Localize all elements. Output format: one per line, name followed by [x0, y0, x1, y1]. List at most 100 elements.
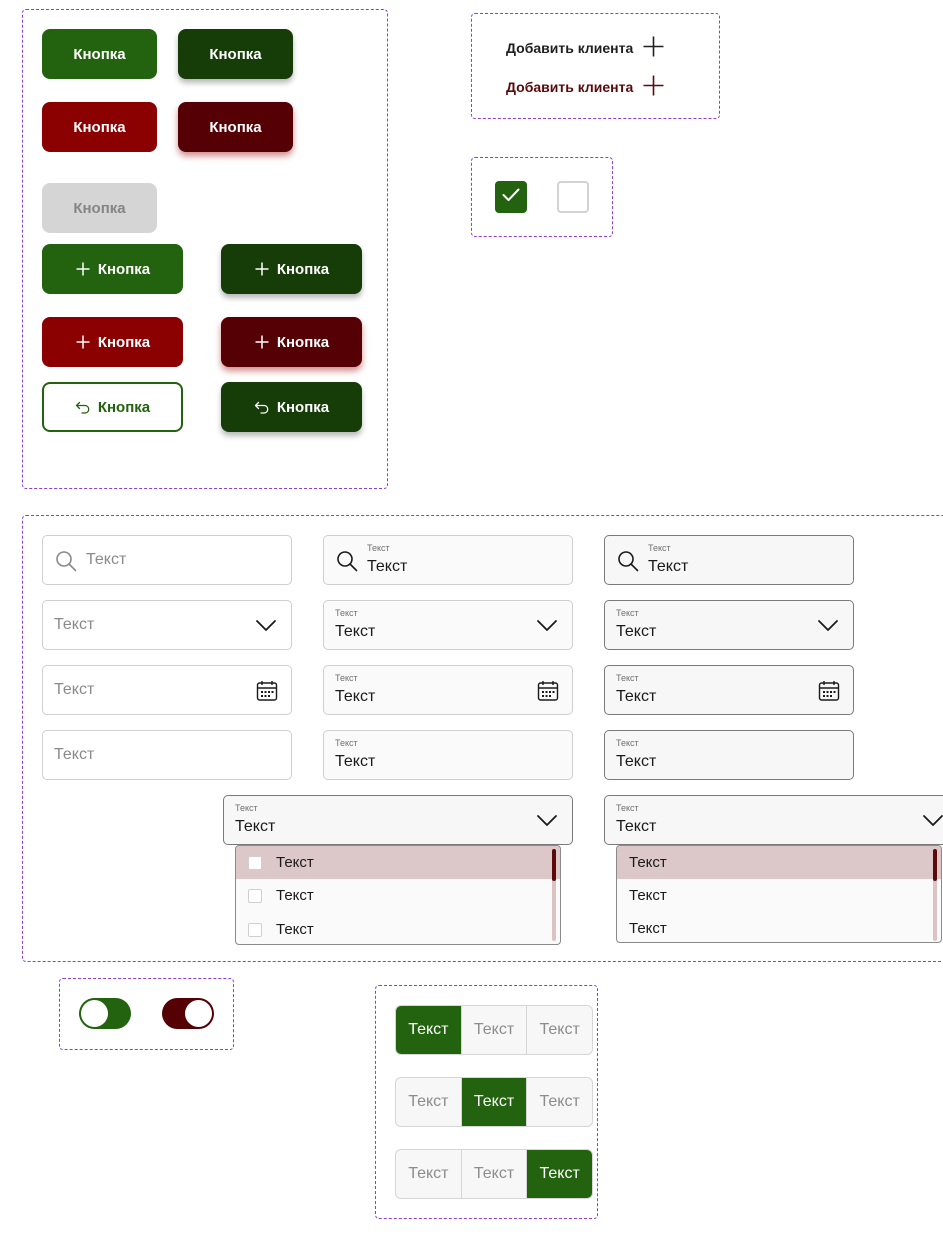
- add-primary-button[interactable]: Кнопка: [42, 244, 183, 294]
- field-value: Текст: [335, 753, 376, 770]
- link-buttons-frame: [471, 13, 720, 119]
- segment-option[interactable]: Текст: [462, 1150, 528, 1198]
- danger-button[interactable]: Кнопка: [42, 102, 157, 152]
- list-item[interactable]: Текст: [617, 912, 941, 942]
- field-label: Текст: [616, 803, 639, 813]
- scrollbar-thumb[interactable]: [552, 849, 556, 881]
- select-empty[interactable]: Текст: [42, 600, 292, 650]
- disabled-button[interactable]: Кнопка: [42, 183, 157, 233]
- add-danger-button-hover[interactable]: Кнопка: [221, 317, 362, 367]
- text-input-filled[interactable]: Текст Текст: [323, 730, 573, 780]
- segment-option[interactable]: Текст: [462, 1006, 528, 1054]
- button-label: Кнопка: [276, 333, 330, 351]
- text-input-focused[interactable]: Текст Текст: [604, 730, 854, 780]
- segmented-control-3: Текст Текст Текст: [395, 1149, 593, 1199]
- button-label: Кнопка: [209, 118, 262, 136]
- button-label: Кнопка: [97, 398, 151, 416]
- checkbox-frame: [471, 157, 613, 237]
- search-icon: [55, 550, 77, 577]
- option-label: Текст: [629, 854, 667, 871]
- plus-icon: [254, 261, 270, 277]
- list-item[interactable]: Текст: [236, 846, 560, 879]
- toggle-red-on[interactable]: [162, 998, 214, 1029]
- primary-button[interactable]: Кнопка: [42, 29, 157, 79]
- add-primary-button-hover[interactable]: Кнопка: [221, 244, 362, 294]
- checkbox-unchecked[interactable]: [557, 181, 589, 213]
- field-value: Текст: [335, 688, 376, 705]
- field-value: Текст: [648, 558, 689, 575]
- button-label: Кнопка: [97, 333, 151, 351]
- add-client-link-hover[interactable]: Добавить клиента: [506, 75, 664, 99]
- multi-select-options: Текст Текст Текст: [235, 845, 561, 945]
- list-item[interactable]: Текст: [617, 846, 941, 879]
- toggle-knob: [185, 1000, 212, 1027]
- toggle-knob: [81, 1000, 108, 1027]
- field-label: Текст: [335, 738, 358, 748]
- plus-icon: [643, 75, 664, 99]
- button-label: Кнопка: [276, 260, 330, 278]
- scrollbar[interactable]: [933, 849, 937, 941]
- date-input-filled[interactable]: Текст Текст: [323, 665, 573, 715]
- text-input-empty[interactable]: Текст: [42, 730, 292, 780]
- toggle-green-on[interactable]: [79, 998, 131, 1029]
- option-label: Текст: [629, 887, 667, 904]
- field-label: Текст: [648, 543, 671, 553]
- field-label: Текст: [367, 543, 390, 553]
- checkbox-checked[interactable]: [495, 181, 527, 213]
- select-filled[interactable]: Текст Текст: [323, 600, 573, 650]
- segment-option[interactable]: Текст: [396, 1078, 462, 1126]
- scrollbar-thumb[interactable]: [933, 849, 937, 881]
- search-input-filled[interactable]: Текст Текст: [323, 535, 573, 585]
- date-placeholder: Текст: [54, 681, 95, 698]
- option-label: Текст: [276, 921, 314, 938]
- undo-arrow-icon: [75, 399, 91, 415]
- multi-select-open[interactable]: Текст Текст: [223, 795, 573, 845]
- add-client-link[interactable]: Добавить клиента: [506, 36, 664, 60]
- text-placeholder: Текст: [54, 746, 95, 763]
- option-label: Текст: [276, 854, 314, 871]
- link-label: Добавить клиента: [506, 79, 634, 95]
- list-item[interactable]: Текст: [617, 879, 941, 912]
- field-label: Текст: [335, 608, 358, 618]
- field-label: Текст: [616, 608, 639, 618]
- select-focused[interactable]: Текст Текст: [604, 600, 854, 650]
- back-outline-button[interactable]: Кнопка: [42, 382, 183, 432]
- primary-button-hover[interactable]: Кнопка: [178, 29, 293, 79]
- search-input-empty[interactable]: Текст: [42, 535, 292, 585]
- check-icon: [502, 188, 520, 207]
- list-item[interactable]: Текст: [236, 913, 560, 944]
- button-label: Кнопка: [73, 199, 126, 217]
- button-label: Кнопка: [209, 45, 262, 63]
- chevron-down-icon: [922, 809, 943, 836]
- field-label: Текст: [335, 673, 358, 683]
- field-value: Текст: [616, 688, 657, 705]
- list-item[interactable]: Текст: [236, 879, 560, 912]
- add-danger-button[interactable]: Кнопка: [42, 317, 183, 367]
- search-icon: [617, 550, 639, 577]
- segment-option[interactable]: Текст: [396, 1150, 462, 1198]
- segment-option[interactable]: Текст: [527, 1006, 592, 1054]
- option-label: Текст: [276, 887, 314, 904]
- danger-button-hover[interactable]: Кнопка: [178, 102, 293, 152]
- segment-option[interactable]: Текст: [461, 1078, 528, 1126]
- checkbox-icon[interactable]: [248, 922, 262, 937]
- select-placeholder: Текст: [54, 616, 95, 633]
- segment-option[interactable]: Текст: [527, 1150, 592, 1198]
- field-label: Текст: [616, 738, 639, 748]
- checkbox-icon[interactable]: [248, 888, 262, 903]
- scrollbar[interactable]: [552, 849, 556, 941]
- segmented-control-2: Текст Текст Текст: [395, 1077, 593, 1127]
- checkbox-icon[interactable]: [248, 855, 262, 870]
- field-value: Текст: [335, 623, 376, 640]
- search-icon: [336, 550, 358, 577]
- segment-option[interactable]: Текст: [527, 1078, 592, 1126]
- segment-option[interactable]: Текст: [396, 1006, 462, 1054]
- back-filled-button[interactable]: Кнопка: [221, 382, 362, 432]
- single-select-open[interactable]: Текст Текст: [604, 795, 943, 845]
- single-select-options: Текст Текст Текст: [616, 845, 942, 943]
- date-input-focused[interactable]: Текст Текст: [604, 665, 854, 715]
- search-input-focused[interactable]: Текст Текст: [604, 535, 854, 585]
- date-input-empty[interactable]: Текст: [42, 665, 292, 715]
- field-value: Текст: [616, 818, 657, 835]
- field-value: Текст: [616, 753, 657, 770]
